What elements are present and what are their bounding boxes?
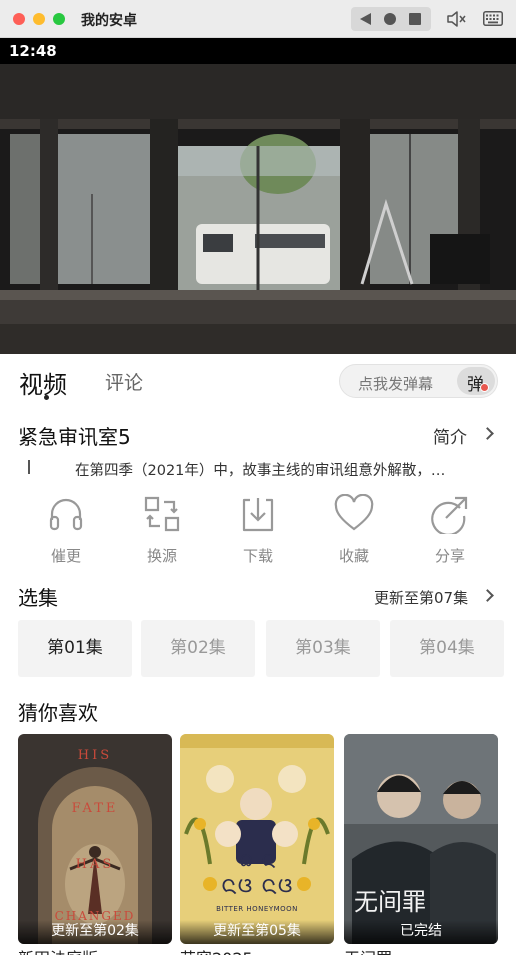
show-description[interactable]: 在第四季（2021年）中，故事主线的审讯组意外解散，… — [75, 459, 500, 480]
video-player[interactable]: 12:48 — [0, 38, 516, 354]
action-label: 催更 — [50, 547, 81, 565]
share-icon — [431, 496, 468, 534]
window-title: 我的安卓 — [81, 13, 137, 29]
description-marker — [28, 460, 30, 474]
poster-image: ᨵ ᨶ ᨶᨴ ᨶᨴ BITTER HONEYMOON — [180, 734, 334, 944]
download-icon — [242, 498, 274, 532]
intro-link[interactable]: 简介 — [433, 423, 467, 448]
back-icon[interactable] — [360, 13, 371, 25]
episode-item[interactable]: 第03集 — [266, 620, 380, 677]
poster-text: HAS — [76, 857, 115, 872]
video-frame — [0, 64, 516, 354]
recommend-poster[interactable]: 无间罪 已完结 — [344, 734, 498, 944]
tab-video[interactable]: 视频 — [19, 365, 67, 400]
poster-image: 无间罪 — [344, 734, 498, 944]
danmu-input[interactable]: 点我发弹幕 弹 — [339, 364, 498, 398]
episodes-update-link[interactable]: 更新至第07集 — [374, 587, 468, 608]
episode-item[interactable]: 第02集 — [141, 620, 255, 677]
tab-comment[interactable]: 评论 — [105, 368, 143, 395]
title-bar: 我的安卓 — [0, 0, 516, 38]
content-tabs: 视频 评论 点我发弹幕 弹 — [0, 354, 516, 410]
poster-title[interactable]: 无间罪 — [344, 945, 392, 955]
status-bar: 12:48 — [0, 38, 516, 64]
recommend-heading: 猜你喜欢 — [18, 701, 98, 725]
poster-text: 无间罪 — [354, 888, 426, 916]
poster-image: HIS FATE HAS CHANGED — [18, 734, 172, 944]
recommend-poster[interactable]: ᨵ ᨶ ᨶᨴ ᨶᨴ BITTER HONEYMOON 更新至第05集 — [180, 734, 334, 944]
recents-icon[interactable] — [409, 13, 421, 25]
danmu-badge-icon — [480, 383, 489, 392]
action-switch-source[interactable]: 换源 — [130, 492, 194, 570]
action-share[interactable]: 分享 — [418, 492, 482, 570]
close-window-button[interactable] — [13, 13, 25, 25]
chevron-right-icon — [481, 589, 494, 602]
poster-text: HIS — [78, 748, 112, 763]
poster-title[interactable]: 新田法庭版 — [18, 945, 98, 955]
app-window: 我的安卓 12:48 视频 评论 点我发弹幕 弹 紧急审讯室5 简介 在第四季（… — [0, 0, 516, 955]
danmu-toggle-button[interactable]: 弹 — [457, 367, 495, 395]
headphones-icon — [49, 498, 83, 531]
recommend-poster[interactable]: HIS FATE HAS CHANGED 更新至第02集 — [18, 734, 172, 944]
poster-badge: 更新至第05集 — [180, 920, 334, 944]
switch-source-icon — [144, 496, 180, 532]
status-clock: 12:48 — [9, 42, 57, 60]
episodes-heading: 选集 — [18, 586, 58, 610]
poster-text: BITTER HONEYMOON — [216, 905, 298, 913]
svg-text:ᨶᨴ ᨶᨴ: ᨶᨴ ᨶᨴ — [221, 870, 294, 898]
episode-item[interactable]: 第04集 — [390, 620, 504, 677]
action-download[interactable]: 下载 — [226, 492, 290, 570]
action-favorite[interactable]: 收藏 — [322, 492, 386, 570]
chevron-right-icon — [481, 427, 494, 440]
danmu-placeholder: 点我发弹幕 — [358, 375, 434, 393]
keyboard-icon[interactable] — [483, 11, 503, 26]
action-label: 换源 — [146, 547, 177, 565]
action-label: 下载 — [242, 547, 273, 565]
minimize-window-button[interactable] — [33, 13, 45, 25]
poster-text: FATE — [72, 801, 119, 816]
action-label: 收藏 — [338, 547, 369, 565]
action-label: 分享 — [434, 547, 465, 565]
action-urge-update[interactable]: 催更 — [34, 492, 98, 570]
android-nav-group — [351, 7, 431, 31]
active-tab-indicator — [44, 395, 49, 400]
episode-item[interactable]: 第01集 — [18, 620, 132, 677]
volume-mute-icon[interactable] — [446, 10, 468, 28]
show-title: 紧急审讯室5 — [18, 425, 131, 449]
poster-title[interactable]: 花容2025 — [180, 945, 253, 955]
heart-icon — [334, 494, 374, 531]
home-icon[interactable] — [384, 13, 396, 25]
svg-text:ᨵ ᨶ: ᨵ ᨶ — [238, 847, 275, 872]
zoom-window-button[interactable] — [53, 13, 65, 25]
poster-badge: 已完结 — [344, 920, 498, 944]
poster-badge: 更新至第02集 — [18, 920, 172, 944]
